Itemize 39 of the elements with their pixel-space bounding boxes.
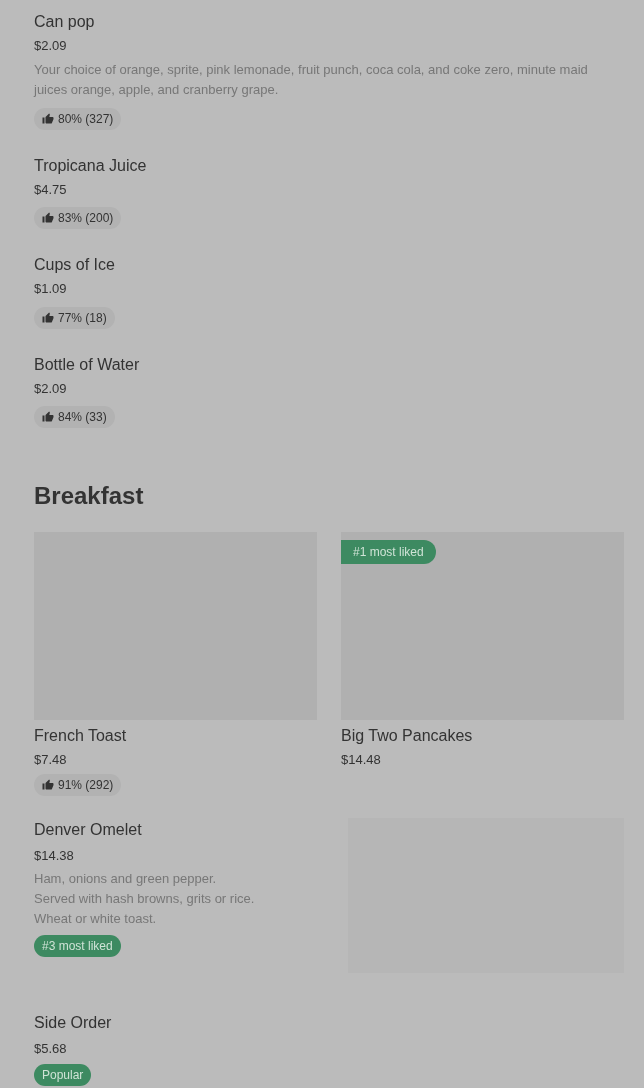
thumbs-up-icon — [42, 311, 54, 324]
menu-item[interactable]: Side Order $5.68 Popular — [34, 1010, 624, 1088]
item-name: Side Order — [34, 1012, 112, 1033]
item-price: $2.09 — [34, 37, 67, 55]
item-price: $14.48 — [341, 751, 381, 769]
section-title: Breakfast — [34, 481, 145, 511]
item-price: $5.68 — [34, 1039, 67, 1058]
item-name: Cups of Ice — [34, 255, 115, 275]
menu-card[interactable]: #1 most liked Big Two Pancakes $14.48 — [341, 532, 624, 796]
rating-text: 77% (18) — [58, 309, 107, 327]
tag: Popular — [34, 1064, 92, 1086]
item-name: Denver Omelet — [34, 819, 142, 840]
thumbs-up-icon — [42, 212, 54, 224]
menu-item[interactable]: Tropicana Juice $4.75 83% (200) — [34, 155, 624, 255]
tag: #1 most liked — [341, 540, 436, 564]
item-description: Your choice of orange, sprite, pink lemonade, fruit punch, coca cola, and coke zero, minute maid juices orange, apple, and cranberry grape. — [34, 60, 589, 99]
item-price: $2.09 — [34, 379, 67, 398]
item-price: $14.38 — [34, 846, 74, 865]
tag: #3 most liked — [34, 935, 121, 957]
rating-text: 83% (200) — [58, 210, 114, 227]
menu-item[interactable]: Bottle of Water $2.09 84% (33) — [34, 354, 624, 454]
item-description: Ham, onions and green pepper. Served with hash browns, grits or rice. Wheat or white toast. — [34, 870, 255, 928]
rating-text: 80% (327) — [58, 110, 114, 128]
item-price: $4.75 — [34, 180, 67, 199]
item-name: French Toast — [34, 726, 127, 746]
item-name: Can pop — [34, 12, 95, 32]
menu-item[interactable]: Cups of Ice $1.09 77% (18) — [34, 255, 624, 355]
thumbs-up-icon — [42, 411, 54, 423]
item-name: Big Two Pancakes — [341, 726, 473, 746]
menu-card[interactable]: French Toast $7.48 91% (292) — [34, 532, 317, 796]
thumbs-up-icon — [42, 778, 54, 791]
item-name: Bottle of Water — [34, 354, 140, 375]
thumbs-up-icon — [42, 112, 54, 125]
rating-text: 84% (33) — [58, 409, 107, 426]
item-name: Tropicana Juice — [34, 155, 147, 176]
rating-text: 91% (292) — [58, 776, 114, 794]
menu-item[interactable]: Can pop $2.09 Your choice of orange, sprite, pink lemonade, fruit punch, coca cola, and coke zero, minute maid juices orange, apple, and cranberry grape. 80% (327) — [34, 12, 624, 156]
item-price: $7.48 — [34, 751, 67, 769]
item-price: $1.09 — [34, 280, 67, 298]
